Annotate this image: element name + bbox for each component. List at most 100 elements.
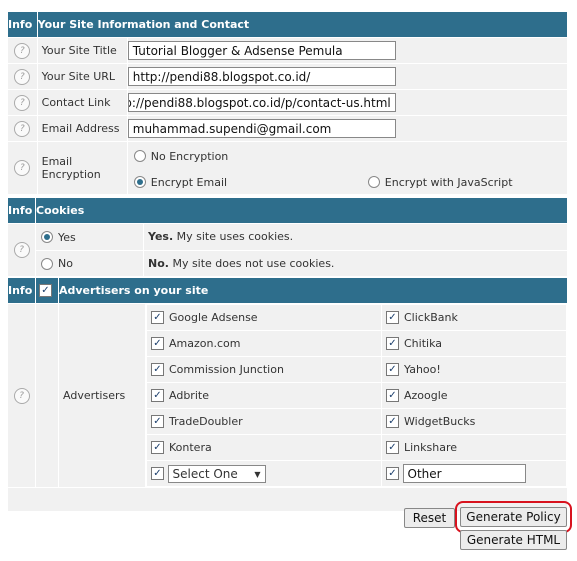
email-input[interactable]: muhammad.supendi@gmail.com xyxy=(127,119,396,138)
adv-clickbank[interactable]: ✓ ClickBank xyxy=(382,305,566,330)
checkbox[interactable]: ✓ xyxy=(151,389,164,403)
adv-kontera[interactable]: ✓ Kontera xyxy=(147,435,381,460)
email-row: ? Email Address muhammad.supendi@gmail.c… xyxy=(8,116,567,141)
email-label: Email Address xyxy=(37,116,127,141)
contact-link-input[interactable]: http://pendi88.blogspot.co.id/p/contact-… xyxy=(127,93,396,112)
site-title-row: ? Your Site Title Tutorial Blogger & Ads… xyxy=(8,38,567,63)
site-url-row: ? Your Site URL http://pendi88.blogspot.… xyxy=(8,64,567,89)
cookies-yes-option[interactable]: Yes xyxy=(36,224,143,250)
site-title-input[interactable]: Tutorial Blogger & Adsense Pemula xyxy=(127,41,396,60)
adv-chitika[interactable]: ✓ Chitika xyxy=(382,331,566,356)
radio-label: Encrypt with JavaScript xyxy=(384,175,513,189)
help-icon[interactable]: ? xyxy=(13,387,30,404)
checkbox[interactable]: ✓ xyxy=(386,415,399,429)
radio-label: Yes xyxy=(58,230,76,244)
radio-circle[interactable] xyxy=(133,176,146,188)
generate-html-button[interactable]: Generate HTML xyxy=(460,530,567,550)
site-title-label: Your Site Title xyxy=(37,38,127,63)
adv-amazon[interactable]: ✓ Amazon.com xyxy=(147,331,381,356)
checkbox[interactable]: ✓ xyxy=(151,363,164,377)
info-header: Info xyxy=(8,278,35,303)
checkbox[interactable]: ✓ xyxy=(151,415,164,429)
adv-label: Commission Junction xyxy=(169,363,284,377)
cookies-yes-row: ? Yes Yes. My site uses cookies. xyxy=(8,224,567,276)
yes-text: My site uses cookies. xyxy=(173,230,294,244)
encryption-label: Email Encryption xyxy=(37,142,127,194)
cookies-table: Info Cookies ? Yes Yes. My site uses coo… xyxy=(7,197,568,277)
radio-circle[interactable] xyxy=(41,231,53,243)
checkbox[interactable]: ✓ xyxy=(151,337,164,351)
help-icon[interactable]: ? xyxy=(13,242,30,258)
adv-label: TradeDoubler xyxy=(169,415,243,429)
chevron-down-icon: ▼ xyxy=(254,469,261,479)
info-header: Info xyxy=(8,12,37,37)
cookies-yes-description: Yes. My site uses cookies. xyxy=(144,224,567,250)
radio-label: No Encryption xyxy=(150,149,229,163)
adv-label: ClickBank xyxy=(404,311,458,325)
radio-no-encryption[interactable]: No Encryption xyxy=(133,149,229,163)
radio-label: No xyxy=(58,257,73,270)
section-title-advertisers: Advertisers on your site xyxy=(59,278,567,303)
checkbox[interactable]: ✓ xyxy=(386,467,399,480)
cookies-no-option[interactable]: No xyxy=(36,250,143,276)
advertisers-label: Advertisers xyxy=(59,304,145,487)
checkbox[interactable]: ✓ xyxy=(386,337,399,351)
adv-label: Amazon.com xyxy=(169,337,241,351)
encryption-row: ? Email Encryption No Encryption Encrypt… xyxy=(8,142,567,194)
radio-encrypt-js[interactable]: Encrypt with JavaScript xyxy=(367,175,513,189)
adv-label: Yahoo! xyxy=(404,363,441,377)
site-url-input[interactable]: http://pendi88.blogspot.co.id/ xyxy=(127,67,396,86)
reset-button[interactable]: Reset xyxy=(404,508,455,528)
contact-link-value: http://pendi88.blogspot.co.id/p/contact-… xyxy=(127,96,391,110)
info-header: Info xyxy=(8,198,35,223)
advertisers-row: ? Advertisers ✓ Google Adsense ✓ ClickBank … xyxy=(8,304,567,487)
section-title-site-info: Your Site Information and Contact xyxy=(37,12,567,37)
help-icon[interactable]: ? xyxy=(14,42,31,59)
radio-encrypt-email[interactable]: Encrypt Email xyxy=(133,175,228,189)
cookies-no-row: No No. My site does not use cookies. xyxy=(8,250,567,276)
adv-label: Adbrite xyxy=(169,389,209,403)
checkbox[interactable]: ✓ xyxy=(386,441,399,455)
radio-circle[interactable] xyxy=(133,150,146,162)
radio-circle[interactable] xyxy=(41,257,53,270)
adv-azoogle[interactable]: ✓ Azoogle xyxy=(382,383,566,408)
help-icon[interactable]: ? xyxy=(14,160,31,176)
checkbox[interactable]: ✓ xyxy=(151,311,164,325)
adv-linkshare[interactable]: ✓ Linkshare xyxy=(382,435,566,460)
checkbox[interactable]: ✓ xyxy=(151,467,164,480)
adv-adbrite[interactable]: ✓ Adbrite xyxy=(147,383,381,408)
cookies-no-description: No. My site does not use cookies. xyxy=(144,250,567,276)
advertisers-table: Info ✓ Advertisers on your site ? Advert… xyxy=(7,277,568,512)
section-title-cookies: Cookies xyxy=(36,198,567,223)
yes-bold: Yes. xyxy=(148,230,174,244)
checkbox[interactable]: ✓ xyxy=(386,363,399,377)
other-advertiser-input[interactable]: Other xyxy=(402,464,526,483)
checkbox[interactable]: ✓ xyxy=(386,311,399,325)
adv-widgetbucks[interactable]: ✓ WidgetBucks xyxy=(382,409,566,434)
checkbox[interactable]: ✓ xyxy=(151,441,164,455)
select-value: Select One xyxy=(172,466,238,481)
contact-link-label: Contact Link xyxy=(37,90,127,115)
help-icon[interactable]: ? xyxy=(14,94,31,111)
adv-yahoo[interactable]: ✓ Yahoo! xyxy=(382,357,566,382)
adv-other-row: ✓ Other xyxy=(382,461,566,486)
privacy-policy-form: Info Your Site Information and Contact ?… xyxy=(7,11,568,512)
help-icon[interactable]: ? xyxy=(14,68,31,85)
adv-label: Azoogle xyxy=(404,389,448,403)
adv-label: WidgetBucks xyxy=(404,415,476,429)
adv-label: Chitika xyxy=(404,337,442,351)
site-url-label: Your Site URL xyxy=(37,64,127,89)
radio-label: Encrypt Email xyxy=(150,175,228,189)
adv-google-adsense[interactable]: ✓ Google Adsense xyxy=(147,305,381,330)
contact-link-row: ? Contact Link http://pendi88.blogspot.c… xyxy=(8,90,567,115)
adv-custom-select-row: ✓ Select One ▼ xyxy=(147,461,381,486)
adv-commission-junction[interactable]: ✓ Commission Junction xyxy=(147,357,381,382)
help-icon[interactable]: ? xyxy=(14,120,31,137)
adv-tradedoubler[interactable]: ✓ TradeDoubler xyxy=(147,409,381,434)
adv-label: Kontera xyxy=(169,441,212,455)
checkbox[interactable]: ✓ xyxy=(386,389,399,403)
radio-circle[interactable] xyxy=(367,176,380,188)
select-all-checkbox[interactable]: ✓ xyxy=(39,284,52,298)
adv-label: Google Adsense xyxy=(169,311,258,325)
advertiser-select[interactable]: Select One ▼ xyxy=(167,464,266,483)
